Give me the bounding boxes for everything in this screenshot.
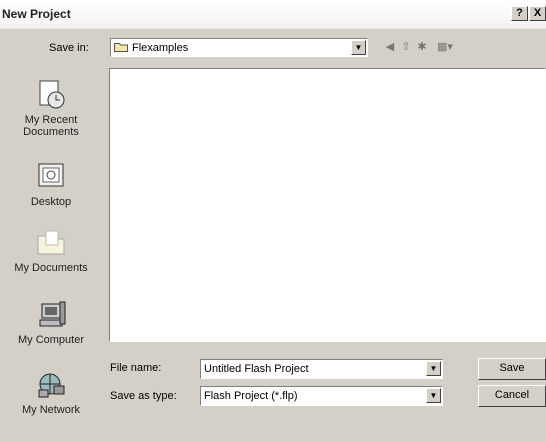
place-my-computer[interactable]: My Computer [0, 298, 102, 346]
file-type-select[interactable]: Flash Project (*.flp) ▼ [200, 386, 443, 406]
my-computer-icon [39, 301, 66, 327]
recent-documents-icon [39, 80, 65, 109]
place-my-documents[interactable]: My Documents [0, 226, 102, 274]
up-folder-icon[interactable]: ⇧ [398, 40, 414, 55]
save-in-label: Save in: [49, 42, 89, 54]
save-button[interactable]: Save [478, 358, 546, 380]
place-label: My Computer [17, 334, 85, 346]
file-type-label: Save as type: [110, 390, 177, 402]
place-my-network[interactable]: My Network [0, 368, 102, 416]
place-recent-documents[interactable]: My Recent Documents [0, 78, 102, 138]
my-network-icon [38, 373, 65, 398]
back-arrow-icon[interactable]: ◀ [382, 40, 398, 55]
file-name-input[interactable]: Untitled Flash Project ▼ [200, 359, 443, 379]
new-folder-icon[interactable]: ✱ [414, 40, 430, 55]
chevron-down-icon[interactable]: ▼ [426, 361, 441, 376]
my-documents-icon [37, 230, 65, 255]
desktop-icon [38, 163, 64, 187]
folder-icon [114, 43, 128, 52]
current-folder-name: Flexamples [132, 42, 189, 54]
save-dialog: New Project ? X Save in: Flexamples ▼ ◀ … [0, 0, 546, 442]
place-label: My Documents [14, 262, 88, 274]
help-button[interactable]: ? [511, 6, 528, 21]
file-name-label: File name: [110, 362, 162, 374]
file-list[interactable] [109, 68, 546, 342]
place-label: Desktop [30, 196, 72, 208]
cancel-button[interactable]: Cancel [478, 385, 546, 407]
save-in-dropdown[interactable]: Flexamples ▼ [110, 38, 368, 57]
close-button[interactable]: X [529, 6, 546, 21]
places-bar: My Recent Documents Desktop My Documents [0, 68, 102, 430]
chevron-down-icon[interactable]: ▼ [351, 40, 366, 55]
place-label: My Network [21, 404, 81, 416]
place-label: My Recent Documents [23, 114, 79, 138]
title-bar[interactable]: New Project ? X [0, 0, 546, 29]
chevron-down-icon[interactable]: ▼ [426, 388, 441, 403]
place-desktop[interactable]: Desktop [0, 160, 102, 208]
views-menu-icon[interactable]: ▦▾ [432, 40, 458, 55]
file-type-value: Flash Project (*.flp) [204, 390, 298, 402]
file-name-value: Untitled Flash Project [204, 363, 309, 375]
dialog-title: New Project [2, 7, 71, 21]
